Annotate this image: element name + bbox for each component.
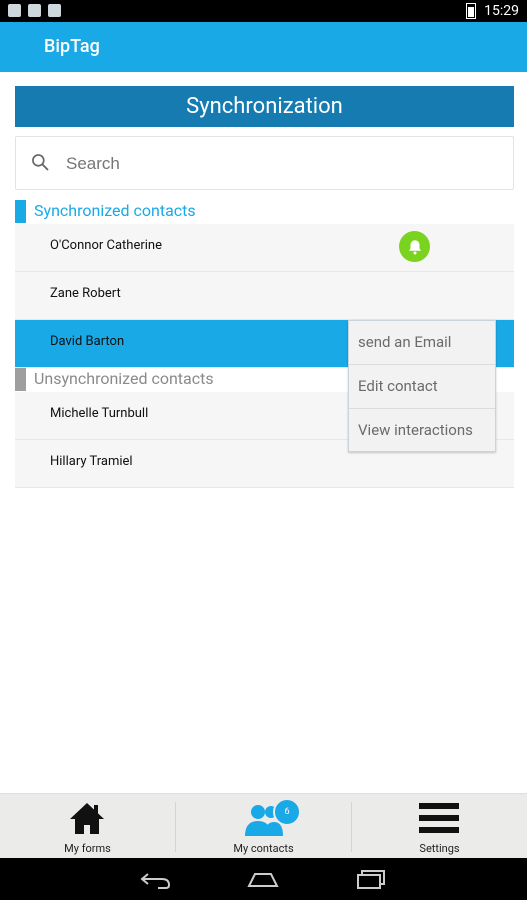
synchronized-header-label: Synchronized contacts [34,201,196,220]
bag-icon [28,4,41,17]
contact-name: Zane Robert [50,286,121,301]
bell-icon-glyph [408,239,421,254]
recent-apps-icon[interactable] [352,866,388,892]
tab-my-contacts[interactable]: 6 My contacts [176,794,351,859]
status-right: 15:29 [466,3,519,19]
app-title: BipTag [44,36,100,57]
house-icon [70,803,104,834]
context-menu: send an Email Edit contact View interact… [348,320,496,452]
search-box[interactable] [15,136,514,190]
status-bar: 15:29 [0,0,527,22]
bottom-nav: My forms 6 My contacts Settings [0,793,527,859]
menu-icon [419,803,459,833]
search-icon [32,154,49,171]
tab-my-forms[interactable]: My forms [0,794,175,859]
home-icon[interactable] [245,866,281,892]
battery-icon [466,3,477,19]
contact-name: David Barton [50,334,125,349]
synchronized-header: Synchronized contacts [15,200,514,224]
tab-settings[interactable]: Settings [352,794,527,859]
section-accent-bar [15,200,26,223]
bell-icon[interactable] [399,231,430,262]
tab-label: My forms [64,842,111,855]
menu-item-send-email[interactable]: send an Email [349,321,495,365]
tab-label: Settings [419,842,460,855]
contact-row[interactable]: O'Connor Catherine [15,224,514,272]
section-accent-bar [15,368,26,391]
menu-item-view-interactions[interactable]: View interactions [349,409,495,452]
unsynchronized-header-label: Unsynchronized contacts [34,369,214,388]
contacts-badge: 6 [273,798,301,826]
contact-name: Michelle Turnbull [50,406,149,421]
system-nav-bar [0,858,527,900]
back-icon[interactable] [138,866,174,892]
status-time: 15:29 [484,3,519,19]
contact-row[interactable]: Zane Robert [15,272,514,320]
notification-icons [8,4,61,17]
contact-name: Hillary Tramiel [50,454,133,469]
notification-icon [8,4,21,17]
app-bar: BipTag [0,22,527,72]
contact-name: O'Connor Catherine [50,238,162,253]
tab-label: My contacts [233,842,294,855]
bag-icon [48,4,61,17]
page-title: Synchronization [15,86,514,127]
search-input[interactable] [64,148,498,180]
menu-item-edit-contact[interactable]: Edit contact [349,365,495,409]
